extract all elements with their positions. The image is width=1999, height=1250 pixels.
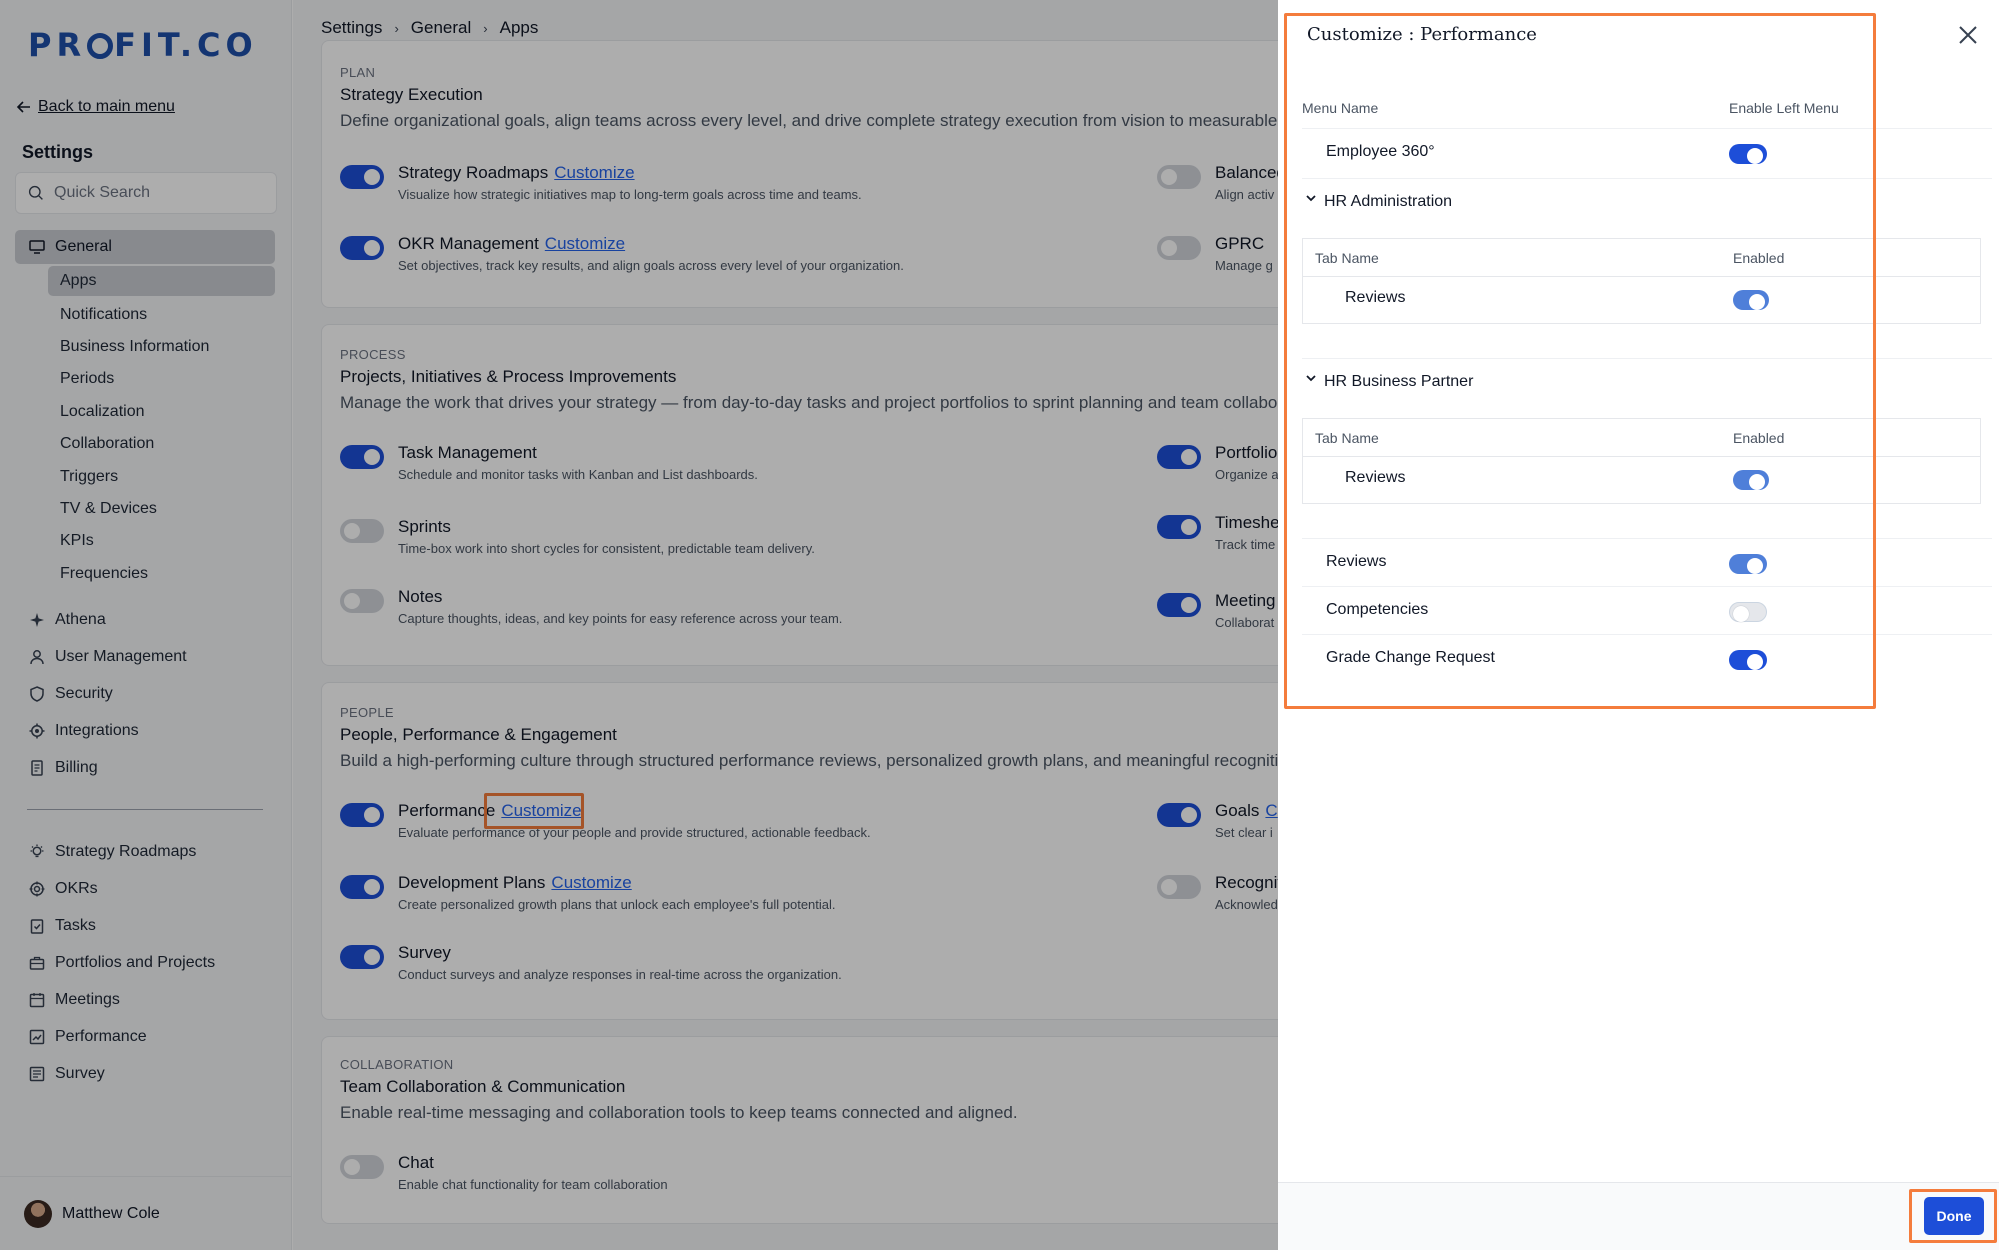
competencies-toggle[interactable] (1729, 602, 1767, 622)
group-hr-administration[interactable]: HR Administration (1302, 178, 1992, 226)
group-hr-business-partner[interactable]: HR Business Partner (1302, 358, 1992, 406)
drawer-footer (1278, 1182, 1999, 1250)
menu-row-grade-change-request: Grade Change Request (1302, 634, 1992, 682)
customize-performance-drawer: Customize : Performance Menu Name Enable… (1278, 0, 1999, 1250)
modal-backdrop[interactable] (0, 0, 1278, 1250)
employee-360-toggle[interactable] (1729, 144, 1767, 164)
reviews-toggle[interactable] (1729, 554, 1767, 574)
tab-row-reviews: Reviews (1303, 277, 1980, 323)
hr-administration-tabs-table: Tab Name Enabled Reviews (1302, 238, 1981, 324)
hr-admin-reviews-toggle[interactable] (1733, 290, 1769, 310)
menu-row-reviews: Reviews (1302, 538, 1992, 586)
grade-change-request-toggle[interactable] (1729, 650, 1767, 670)
tab-table-header: Tab Name Enabled (1303, 419, 1980, 457)
menu-row-employee-360: Employee 360° (1302, 128, 1992, 176)
drawer-title: Customize : Performance (1307, 24, 1537, 45)
chevron-down-icon (1306, 192, 1316, 206)
chevron-down-icon (1306, 372, 1316, 386)
tab-table-header: Tab Name Enabled (1303, 239, 1980, 277)
done-button[interactable]: Done (1924, 1197, 1984, 1235)
menu-table-header: Menu Name Enable Left Menu (1302, 100, 1839, 116)
hr-bp-reviews-toggle[interactable] (1733, 470, 1769, 490)
tab-row-reviews: Reviews (1303, 457, 1980, 503)
hr-business-partner-tabs-table: Tab Name Enabled Reviews (1302, 418, 1981, 504)
menu-row-competencies: Competencies (1302, 586, 1992, 634)
close-icon[interactable] (1957, 24, 1979, 46)
